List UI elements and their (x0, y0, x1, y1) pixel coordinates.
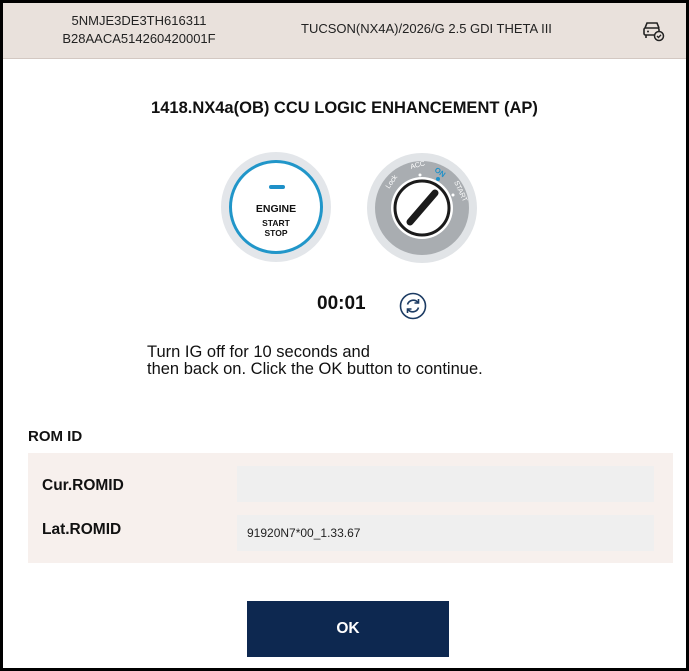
lat-romid-value: 91920N7*00_1.33.67 (237, 515, 654, 551)
ok-button[interactable]: OK (247, 601, 449, 657)
vehicle-check-icon[interactable] (641, 20, 665, 42)
lat-romid-label: Lat.ROMID (42, 521, 122, 538)
software-id: B28AACA514260420001F (62, 31, 216, 46)
instruction-line-1: Turn IG off for 10 seconds and (147, 343, 370, 361)
instruction-line-2: then back on. Click the OK button to con… (147, 360, 483, 378)
engine-start-stop-button-illustration: ENGINE START STOP (221, 152, 331, 262)
rom-id-panel: Cur.ROMID Lat.ROMID 91920N7*00_1.33.67 (28, 453, 673, 563)
countdown-timer: 00:01 (317, 293, 366, 314)
procedure-title: 1418.NX4a(OB) CCU LOGIC ENHANCEMENT (AP) (151, 99, 538, 117)
rom-id-heading: ROM ID (28, 428, 83, 445)
ignition-key-switch-illustration: Lock ACC ON START (367, 153, 477, 263)
vehicle-model: TUCSON(NX4A)/2026/G 2.5 GDI THETA III (301, 21, 552, 36)
vehicle-info-header: 5NMJE3DE3TH616311 B28AACA514260420001F T… (3, 3, 686, 59)
dialog-window: 5NMJE3DE3TH616311 B28AACA514260420001F T… (0, 0, 689, 671)
refresh-icon[interactable] (399, 292, 427, 320)
cur-romid-label: Cur.ROMID (42, 477, 124, 494)
engine-indicator-light (269, 185, 285, 189)
instruction-text: Turn IG off for 10 seconds and then back… (147, 344, 483, 378)
stop-label: STOP (264, 228, 288, 238)
vin-number: 5NMJE3DE3TH616311 (71, 13, 207, 28)
cur-romid-value (237, 466, 654, 502)
engine-button-face: ENGINE START STOP (229, 160, 323, 254)
engine-label: ENGINE (255, 203, 297, 215)
vin-block: 5NMJE3DE3TH616311 B28AACA514260420001F (39, 12, 239, 48)
start-label: START (262, 218, 290, 228)
